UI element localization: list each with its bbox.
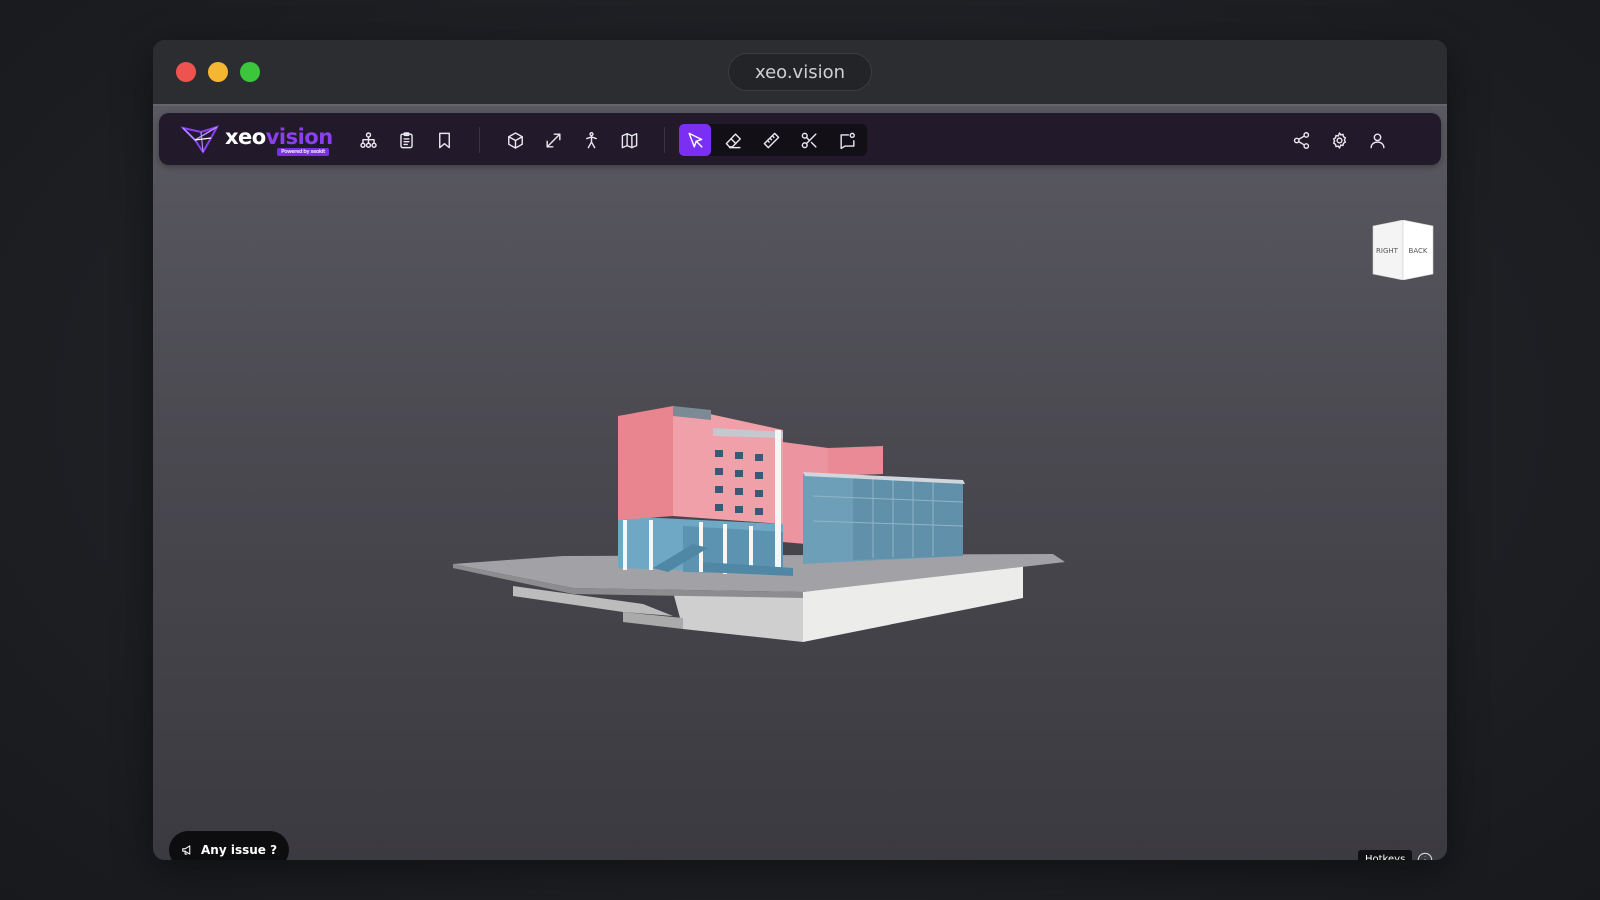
info-icon (1417, 852, 1433, 860)
select-tool-button[interactable] (679, 124, 711, 156)
gear-icon (1332, 131, 1346, 149)
expand-arrow-icon (545, 132, 561, 148)
comment-flag-icon (839, 132, 855, 149)
hierarchy-icon (359, 131, 377, 148)
fit-view-button[interactable] (537, 124, 569, 156)
close-window-button[interactable] (176, 62, 196, 82)
map-icon (621, 132, 637, 148)
xeovision-logo-icon (181, 125, 220, 154)
main-toolbar: xeovision Powered by xeokit (159, 113, 1441, 165)
clipboard-icon (399, 131, 413, 148)
eraser-icon (725, 132, 741, 148)
tree-view-button[interactable] (352, 124, 384, 156)
section-tool-button[interactable] (793, 124, 825, 156)
cube-icon (507, 131, 523, 149)
logo-tagline: Powered by xeokit (277, 148, 329, 156)
user-icon (1369, 132, 1385, 148)
navcube-right-label: RIGHT (1376, 247, 1399, 255)
first-person-button[interactable] (575, 124, 607, 156)
toolbar-divider (479, 127, 480, 153)
3d-viewport[interactable]: xeovision Powered by xeokit RIGHT BACK A… (153, 104, 1447, 860)
info-button[interactable] (1416, 851, 1434, 860)
ruler-icon (763, 132, 779, 148)
logo-text-vision: vision (265, 125, 333, 149)
account-button[interactable] (1361, 124, 1393, 156)
settings-button[interactable] (1323, 124, 1355, 156)
megaphone-icon (182, 845, 191, 855)
properties-button[interactable] (390, 124, 422, 156)
bookmark-icon (438, 132, 450, 148)
share-icon (1293, 131, 1309, 149)
measure-tool-button[interactable] (755, 124, 787, 156)
cursor-arrow-icon (687, 132, 703, 148)
bookmarks-button[interactable] (428, 124, 460, 156)
3d-view-button[interactable] (499, 124, 531, 156)
any-issue-button[interactable]: Any issue ? (169, 831, 290, 860)
toolbar-divider (664, 127, 665, 153)
maximize-window-button[interactable] (240, 62, 260, 82)
window-titlebar: xeo.vision (153, 40, 1447, 104)
any-issue-label: Any issue ? (201, 843, 278, 857)
hotkeys-button[interactable]: Hotkeys (1358, 850, 1413, 860)
browser-window: xeo.vision xeovision Powered by xeokit R… (153, 40, 1447, 860)
scissors-icon (801, 132, 817, 148)
xeovision-logo: xeovision Powered by xeokit (181, 124, 333, 156)
building-3d-model[interactable] (453, 396, 1093, 656)
navigation-cube[interactable]: RIGHT BACK (1371, 220, 1435, 280)
navcube-back-label: BACK (1409, 247, 1428, 255)
annotate-tool-button[interactable] (831, 124, 863, 156)
plan-view-button[interactable] (613, 124, 645, 156)
minimize-window-button[interactable] (208, 62, 228, 82)
url-bar[interactable]: xeo.vision (728, 53, 872, 91)
walk-person-icon (585, 131, 597, 148)
eraser-tool-button[interactable] (717, 124, 749, 156)
logo-text-xeo: xeo (225, 125, 266, 149)
share-button[interactable] (1285, 124, 1317, 156)
